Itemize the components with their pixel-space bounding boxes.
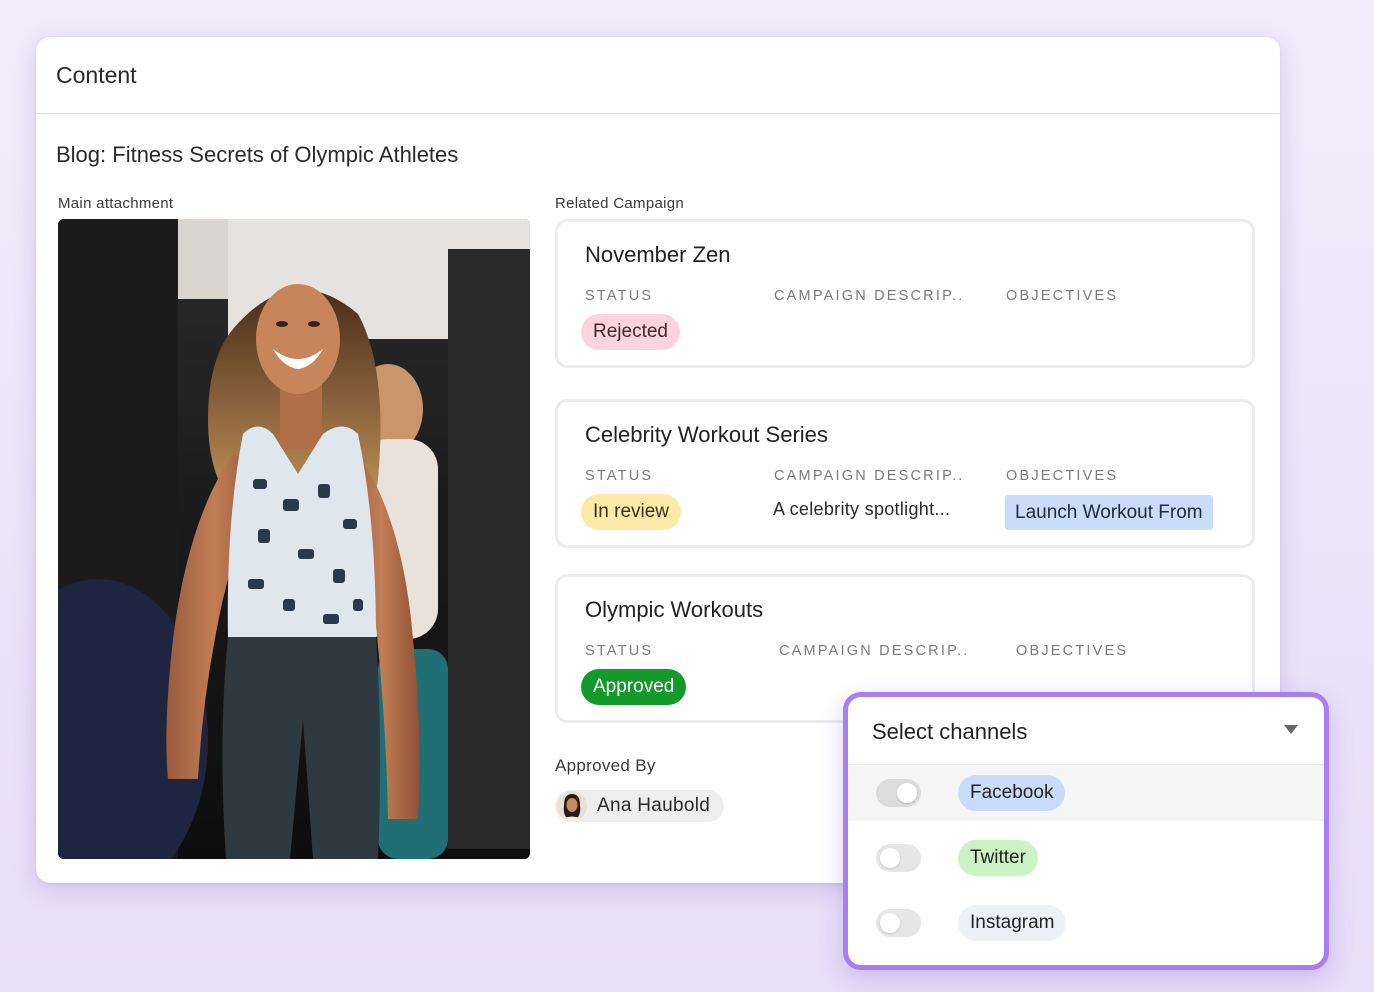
campaign-card-november-zen[interactable]: November Zen STATUS CAMPAIGN DESCRIP.. O… [555,219,1255,368]
status-badge: Rejected [581,314,680,350]
status-header: STATUS [585,288,654,304]
description-header: CAMPAIGN DESCRIP.. [774,288,965,304]
approved-by-label: Approved By [555,756,656,775]
record-title: Blog: Fitness Secrets of Olympic Athlete… [56,142,459,167]
campaign-name: Celebrity Workout Series [585,422,828,447]
approver-chip[interactable]: Ana Haubold [555,790,725,822]
campaign-card-celebrity-workout[interactable]: Celebrity Workout Series STATUS CAMPAIGN… [555,399,1255,548]
objective-tag: Launch Workout From [1005,495,1213,530]
approver-name: Ana Haubold [597,795,711,816]
objectives-header: OBJECTIVES [1006,468,1119,484]
channel-chip: Facebook [958,775,1066,811]
dropdown-header[interactable]: Select channels [848,697,1324,765]
objectives-header: OBJECTIVES [1016,643,1129,659]
panel-header: Content [36,37,1280,114]
status-header: STATUS [585,643,654,659]
twitter-toggle[interactable] [876,844,921,872]
description-header: CAMPAIGN DESCRIP.. [774,468,965,484]
objectives-header: OBJECTIVES [1006,288,1119,304]
channel-chip: Instagram [958,905,1067,941]
chevron-down-icon[interactable] [1284,725,1298,734]
channel-option-instagram[interactable]: Instagram [848,895,1324,951]
status-header: STATUS [585,468,654,484]
campaign-name: Olympic Workouts [585,597,764,622]
channel-chip: Twitter [958,840,1038,876]
status-badge: In review [581,494,682,530]
status-badge: Approved [581,669,687,705]
facebook-toggle[interactable] [876,779,921,807]
dropdown-title: Select channels [872,719,1028,744]
panel-title: Content [56,61,137,88]
main-attachment-label: Main attachment [58,195,174,212]
campaign-description: A celebrity spotlight... [773,499,951,519]
channel-option-twitter[interactable]: Twitter [848,830,1324,886]
main-attachment-image[interactable] [58,219,530,859]
channels-dropdown[interactable]: Select channels Facebook Twitter Instagr… [843,692,1329,970]
description-header: CAMPAIGN DESCRIP.. [779,643,970,659]
related-campaign-label: Related Campaign [555,195,685,212]
channel-option-facebook[interactable]: Facebook [848,765,1324,821]
avatar [557,791,587,821]
campaign-name: November Zen [585,242,731,267]
instagram-toggle[interactable] [876,909,921,937]
